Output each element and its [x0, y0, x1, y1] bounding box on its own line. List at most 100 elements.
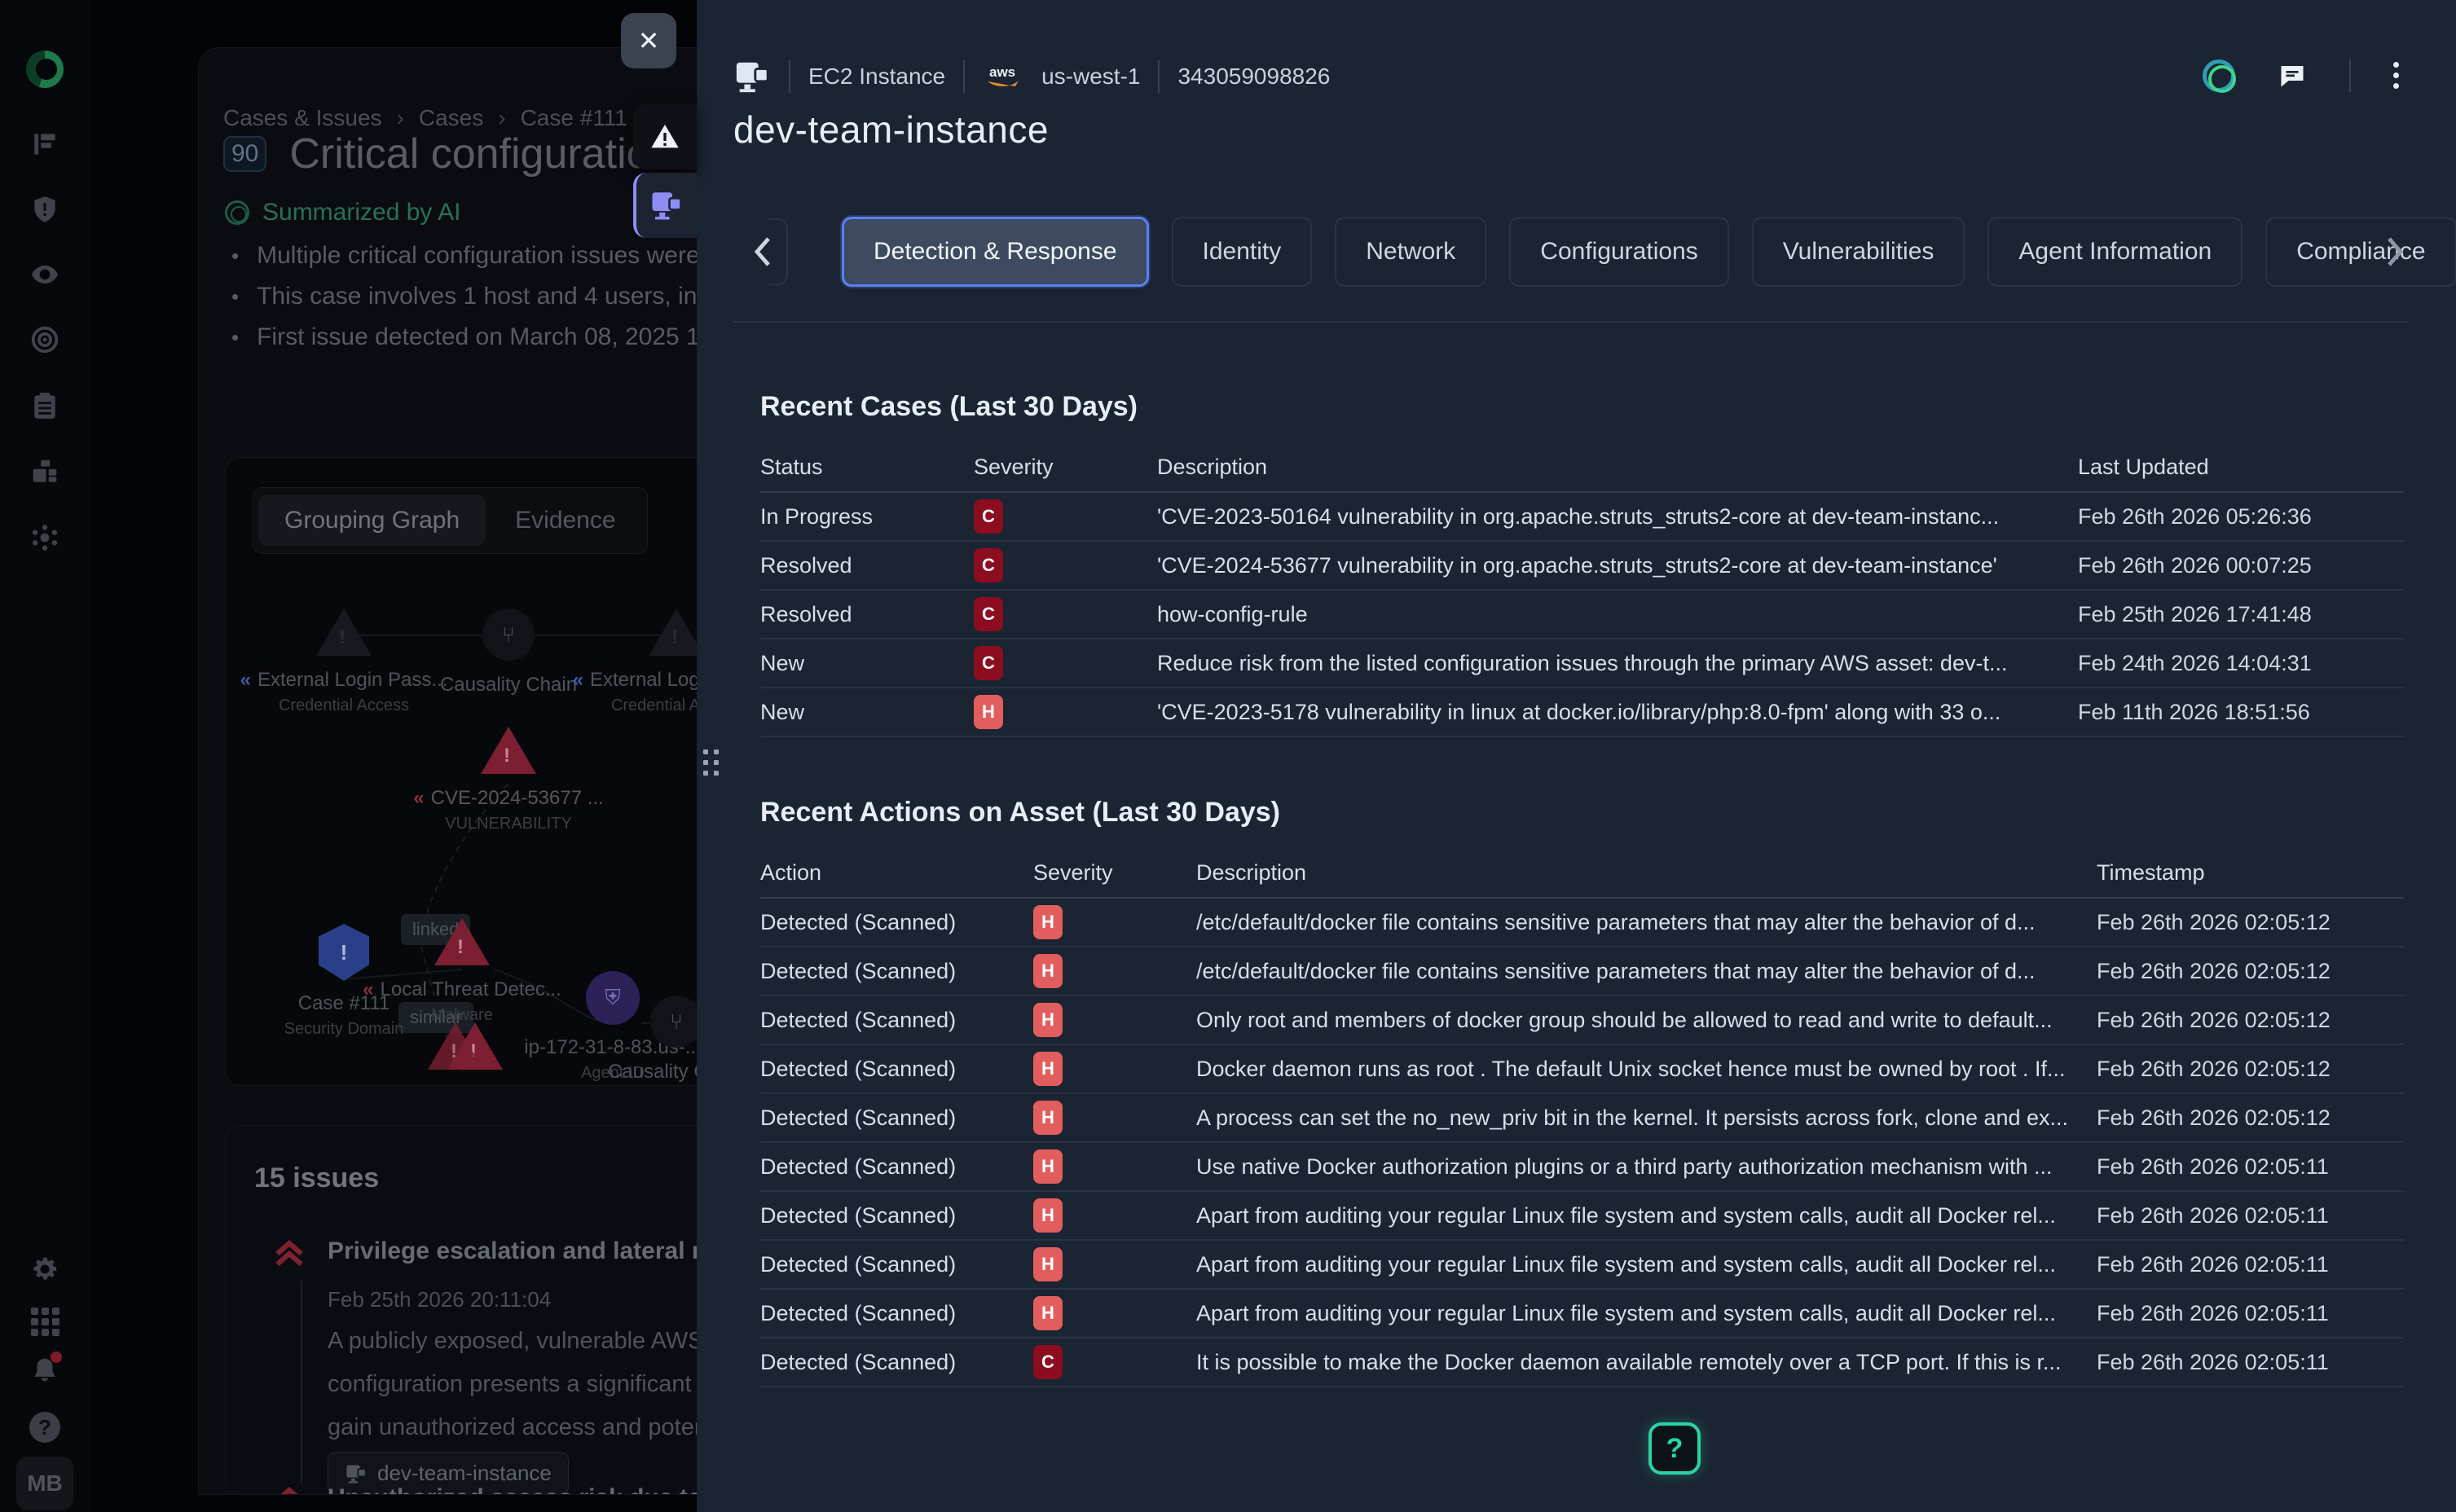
tab-agent-information[interactable]: Agent Information [1987, 217, 2243, 287]
recent-cases-header: StatusSeverityDescriptionLast Updated [760, 442, 2404, 493]
table-row[interactable]: In ProgressC'CVE-2023-50164 vulnerabilit… [760, 493, 2404, 542]
severity-chevrons-icon: « [240, 669, 251, 692]
user-avatar[interactable]: MB [16, 1457, 73, 1510]
cell-timestamp: Feb 26th 2026 02:05:12 [2097, 1105, 2404, 1131]
table-row[interactable]: ResolvedC'CVE-2024-53677 vulnerability i… [760, 542, 2404, 591]
cell-severity: H [1033, 1101, 1196, 1135]
header-divider [1158, 60, 1160, 93]
cell-severity: H [1033, 1198, 1196, 1233]
brand-logo-icon[interactable] [26, 51, 64, 88]
sidebar-item-dashboard[interactable] [27, 126, 63, 162]
clipboard-icon [29, 390, 60, 421]
sidebar-item-inventory[interactable] [27, 454, 63, 490]
table-row[interactable]: Detected (Scanned)HA process can set the… [760, 1094, 2404, 1143]
severity-chevrons-icon: « [413, 787, 424, 810]
table-row[interactable]: Detected (Scanned)H/etc/default/docker f… [760, 947, 2404, 996]
sidebar-item-notifications[interactable] [27, 1354, 63, 1390]
cell-description: Docker daemon runs as root . The default… [1196, 1057, 2097, 1082]
column-header: Status [760, 455, 974, 480]
sidebar-item-settings[interactable] [27, 1251, 63, 1287]
tabs-scroll-right-button[interactable] [2378, 231, 2414, 272]
monitor-icon [733, 58, 771, 95]
table-row[interactable]: Detected (Scanned)HApart from auditing y… [760, 1192, 2404, 1241]
cell-severity: H [974, 695, 1157, 729]
breadcrumb-separator: › [397, 105, 404, 131]
alert-triangle-icon [428, 1022, 483, 1070]
cell-status: New [760, 700, 974, 725]
recent-cases-title: Recent Cases (Last 30 Days) [760, 391, 2404, 423]
asset-type-label: EC2 Instance [808, 64, 945, 90]
app-sidebar: ? MB [0, 0, 90, 1512]
cell-action: Detected (Scanned) [760, 1350, 1033, 1375]
breadcrumb-case-111[interactable]: Case #111 [521, 105, 627, 131]
table-row[interactable]: NewH'CVE-2023-5178 vulnerability in linu… [760, 688, 2404, 737]
monitor-icon [345, 1462, 368, 1485]
recent-actions-body: Detected (Scanned)H/etc/default/docker f… [760, 899, 2404, 1387]
severity-badge: H [1033, 1198, 1063, 1233]
cell-timestamp: Feb 26th 2026 02:05:11 [2097, 1203, 2404, 1228]
breadcrumb-cases[interactable]: Cases [419, 105, 483, 131]
column-header: Severity [1033, 860, 1196, 886]
alert-triangle-icon [434, 918, 490, 965]
table-row[interactable]: ResolvedChow-config-ruleFeb 25th 2026 17… [760, 591, 2404, 640]
cell-timestamp: Feb 26th 2026 02:05:11 [2097, 1252, 2404, 1277]
cell-status: New [760, 651, 974, 676]
table-row[interactable]: Detected (Scanned)HUse native Docker aut… [760, 1143, 2404, 1192]
cell-description: Use native Docker authorization plugins … [1196, 1154, 2097, 1180]
tab-network[interactable]: Network [1335, 217, 1486, 287]
case-title: Critical configuration [289, 130, 673, 178]
cell-description: A process can set the no_new_priv bit in… [1196, 1105, 2097, 1131]
sidebar-item-apps[interactable] [27, 1303, 63, 1339]
cell-action: Detected (Scanned) [760, 1301, 1033, 1326]
dashboard-icon [29, 129, 60, 160]
header-divider [963, 60, 965, 93]
question-mark-icon: ? [1666, 1433, 1684, 1465]
tab-configurations[interactable]: Configurations [1509, 217, 1728, 287]
graph-node-issues-group[interactable]: Issues (4) [356, 1022, 568, 1086]
table-row[interactable]: NewCReduce risk from the listed configur… [760, 640, 2404, 688]
severity-badge: H [1033, 1247, 1063, 1281]
sidebar-item-compliance[interactable] [27, 388, 63, 424]
table-row[interactable]: Detected (Scanned)HApart from auditing y… [760, 1241, 2404, 1290]
cell-description: Apart from auditing your regular Linux f… [1196, 1252, 2097, 1277]
severity-badge: H [1033, 1052, 1063, 1086]
tab-detection-response[interactable]: Detection & Response [842, 217, 1149, 287]
tab-vulnerabilities[interactable]: Vulnerabilities [1752, 217, 1965, 287]
breadcrumb-cases-issues[interactable]: Cases & Issues [223, 105, 382, 131]
cell-action: Detected (Scanned) [760, 1105, 1033, 1131]
close-drawer-button[interactable]: ✕ [621, 13, 676, 68]
kebab-menu-icon[interactable] [2393, 57, 2399, 94]
ai-icon [225, 200, 249, 225]
alert-triangle-icon [481, 727, 536, 774]
tab-compliance[interactable]: Compliance [2265, 217, 2456, 287]
sidebar-item-help[interactable]: ? [27, 1409, 63, 1445]
recent-actions-title: Recent Actions on Asset (Last 30 Days) [760, 797, 2404, 829]
causality-icon: ⑂ [482, 609, 535, 661]
table-row[interactable]: Detected (Scanned)CIt is possible to mak… [760, 1338, 2404, 1387]
sidebar-item-detection[interactable] [27, 322, 63, 358]
sidebar-item-risks[interactable] [27, 191, 63, 227]
tab-evidence[interactable]: Evidence [489, 495, 641, 546]
recent-cases-section: Recent Cases (Last 30 Days) StatusSeveri… [760, 391, 2404, 737]
ai-radar-icon[interactable] [2203, 59, 2235, 92]
sidebar-item-visibility[interactable] [27, 257, 63, 292]
drawer-resize-handle[interactable] [703, 749, 719, 776]
asset-rail-button[interactable] [633, 173, 697, 238]
cell-timestamp: Feb 26th 2026 02:05:12 [2097, 1057, 2404, 1082]
table-row[interactable]: Detected (Scanned)H/etc/default/docker f… [760, 899, 2404, 947]
table-row[interactable]: Detected (Scanned)HDocker daemon runs as… [760, 1045, 2404, 1094]
table-row[interactable]: Detected (Scanned)HApart from auditing y… [760, 1290, 2404, 1338]
table-row[interactable]: Detected (Scanned)HOnly root and members… [760, 996, 2404, 1045]
sidebar-item-integrations[interactable] [27, 520, 63, 556]
graph-node-cve[interactable]: «CVE-2024-53677 ... VULNERABILITY [403, 727, 614, 833]
target-icon [29, 324, 60, 355]
chat-icon[interactable] [2278, 61, 2307, 90]
cell-action: Detected (Scanned) [760, 959, 1033, 984]
tab-identity[interactable]: Identity [1172, 217, 1313, 287]
alerts-rail-button[interactable] [633, 104, 697, 169]
recent-actions-section: Recent Actions on Asset (Last 30 Days) A… [760, 797, 2404, 1387]
help-button[interactable]: ? [1648, 1422, 1701, 1475]
column-header: Description [1196, 860, 2097, 886]
tab-grouping-graph[interactable]: Grouping Graph [258, 495, 486, 546]
column-header: Timestamp [2097, 860, 2404, 886]
